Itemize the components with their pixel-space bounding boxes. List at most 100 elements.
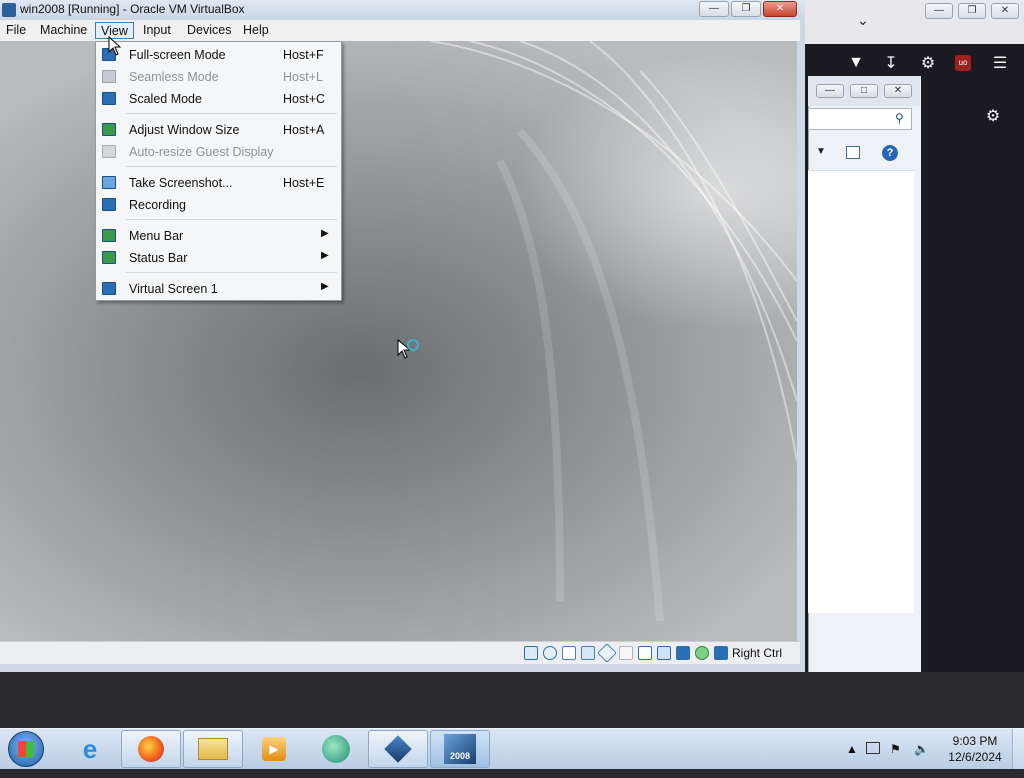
screenshot-icon <box>102 176 116 189</box>
scaled-mode-icon <box>102 92 116 105</box>
show-desktop-button[interactable] <box>1012 729 1024 769</box>
background-browser-titlebar: ⌄ — ❐ ✕ <box>805 0 1024 44</box>
inner-search-input[interactable]: ⚲ <box>808 108 912 130</box>
maximize-icon: □ <box>860 85 868 96</box>
menu-item-shortcut: Host+F <box>283 48 324 62</box>
menu-devices[interactable]: Devices <box>182 22 236 39</box>
menu-item-label: Adjust Window Size <box>129 123 240 137</box>
submenu-arrow-icon: ▶ <box>321 250 329 261</box>
vbox-restore-button[interactable]: ❐ <box>731 1 761 17</box>
menu-item-shortcut: Host+L <box>283 70 323 84</box>
inner-maximize-button[interactable]: □ <box>850 84 878 98</box>
start-button[interactable] <box>8 731 44 767</box>
search-icon: ⚲ <box>895 111 904 125</box>
hamburger-menu-icon[interactable]: ☰ <box>989 52 1011 74</box>
restore-button[interactable]: ❐ <box>958 3 986 19</box>
menu-item-virtual-screen-1[interactable]: Virtual Screen 1 ▶ <box>96 278 341 300</box>
menu-item-shortcut: Host+E <box>283 176 325 190</box>
vbox-close-button[interactable]: ✕ <box>763 1 797 17</box>
menu-item-label: Full-screen Mode <box>129 48 226 62</box>
menu-item-adjust-window-size[interactable]: Adjust Window Size Host+A <box>96 119 341 141</box>
pane-toggle-icon[interactable] <box>846 146 860 159</box>
dropdown-arrow-icon[interactable]: ▼ <box>816 146 826 157</box>
usb-icon[interactable] <box>597 643 617 663</box>
inner-dialog-content <box>808 170 914 613</box>
vm-window-icon: 2008 <box>444 734 476 764</box>
mouse-pointer-icon <box>397 338 419 359</box>
menu-separator <box>126 166 337 167</box>
menu-item-scaled-mode[interactable]: Scaled Mode Host+C <box>96 88 341 110</box>
settings-gear-icon[interactable]: ⚙ <box>982 105 1004 127</box>
virtualbox-titlebar: win2008 [Running] - Oracle VM VirtualBox… <box>0 0 805 20</box>
minimize-button[interactable]: — <box>925 3 953 19</box>
help-icon[interactable]: ? <box>882 145 898 161</box>
optical-drive-icon[interactable] <box>543 646 557 660</box>
firefox-icon <box>138 736 164 762</box>
inner-toolbar: ▼ ? <box>808 142 914 168</box>
close-button[interactable]: ✕ <box>991 3 1019 19</box>
view-menu-dropdown: Full-screen Mode Host+F Seamless Mode Ho… <box>95 41 342 301</box>
status-bar-icon <box>102 251 116 264</box>
menu-separator <box>126 272 337 273</box>
taskbar-app-green[interactable] <box>306 730 366 768</box>
vm-badge-label: 2008 <box>449 751 471 761</box>
menu-item-recording[interactable]: Recording <box>96 194 341 216</box>
download-icon[interactable]: ↧ <box>880 52 902 74</box>
taskbar-win2008-vm[interactable]: 2008 <box>430 730 490 768</box>
volume-muted-icon[interactable]: 🔈 <box>914 742 929 756</box>
audio-icon[interactable] <box>562 646 576 660</box>
inner-minimize-button[interactable]: — <box>816 84 844 98</box>
virtual-screen-icon <box>102 282 116 295</box>
minimize-icon: — <box>934 5 944 16</box>
network-tray-icon[interactable] <box>866 742 880 754</box>
taskbar-virtualbox[interactable] <box>368 730 428 768</box>
virtualbox-icon <box>384 735 412 763</box>
menu-input[interactable]: Input <box>138 22 176 39</box>
media-player-icon: ▶ <box>262 737 286 761</box>
menu-help[interactable]: Help <box>238 22 274 39</box>
host-key-icon[interactable] <box>714 646 728 660</box>
host-key-label: Right Ctrl <box>732 646 783 660</box>
menu-separator <box>126 219 337 220</box>
busy-cursor <box>396 338 422 364</box>
menu-item-take-screenshot[interactable]: Take Screenshot... Host+E <box>96 172 341 194</box>
menu-item-status-bar[interactable]: Status Bar ▶ <box>96 247 341 269</box>
taskbar-clock[interactable]: 9:03 PM 12/6/2024 <box>940 733 1010 765</box>
close-icon: ✕ <box>893 85 903 96</box>
vt-x-icon[interactable] <box>676 646 690 660</box>
vbox-minimize-button[interactable]: — <box>699 1 729 17</box>
menu-bar-icon <box>102 229 116 242</box>
taskbar: e ▶ 2008 ▲ ⚑ 🔈 9:03 PM 12/6/2024 <box>0 728 1024 769</box>
ublock-icon[interactable]: uo <box>955 55 971 71</box>
chevron-down-icon[interactable]: ⌄ <box>857 12 869 29</box>
adjust-window-icon <box>102 123 116 136</box>
close-icon: ✕ <box>775 3 785 14</box>
extensions-icon[interactable]: ⚙ <box>917 52 939 74</box>
browser-toolbar: ▼ ↧ ⚙ uo ☰ <box>805 50 1024 76</box>
seamless-icon <box>102 70 116 83</box>
menu-machine[interactable]: Machine <box>35 22 92 39</box>
show-hidden-icons-icon[interactable]: ▲ <box>846 742 858 756</box>
taskbar-explorer[interactable] <box>183 730 243 768</box>
recording-icon[interactable] <box>657 646 671 660</box>
network-icon[interactable] <box>581 646 595 660</box>
inner-dialog-titlebar: — □ ✕ <box>808 76 920 106</box>
submenu-arrow-icon: ▶ <box>321 281 329 292</box>
inner-close-button[interactable]: ✕ <box>884 84 912 98</box>
clock-date: 12/6/2024 <box>948 750 1002 764</box>
shared-folders-icon[interactable] <box>619 646 633 660</box>
action-center-flag-icon[interactable]: ⚑ <box>890 742 901 756</box>
menu-separator <box>126 113 337 114</box>
menu-item-menu-bar[interactable]: Menu Bar ▶ <box>96 225 341 247</box>
hard-disk-icon[interactable] <box>524 646 538 660</box>
taskbar-media-player[interactable]: ▶ <box>244 730 304 768</box>
taskbar-internet-explorer[interactable]: e <box>60 730 120 768</box>
display-icon[interactable] <box>638 646 652 660</box>
auto-resize-icon <box>102 145 116 158</box>
pocket-icon[interactable]: ▼ <box>845 52 867 74</box>
menu-file[interactable]: File <box>1 22 31 39</box>
mouse-integration-icon[interactable] <box>695 646 709 660</box>
taskbar-firefox[interactable] <box>121 730 181 768</box>
menu-item-fullscreen-mode[interactable]: Full-screen Mode Host+F <box>96 44 341 66</box>
menu-item-label: Scaled Mode <box>129 92 202 106</box>
